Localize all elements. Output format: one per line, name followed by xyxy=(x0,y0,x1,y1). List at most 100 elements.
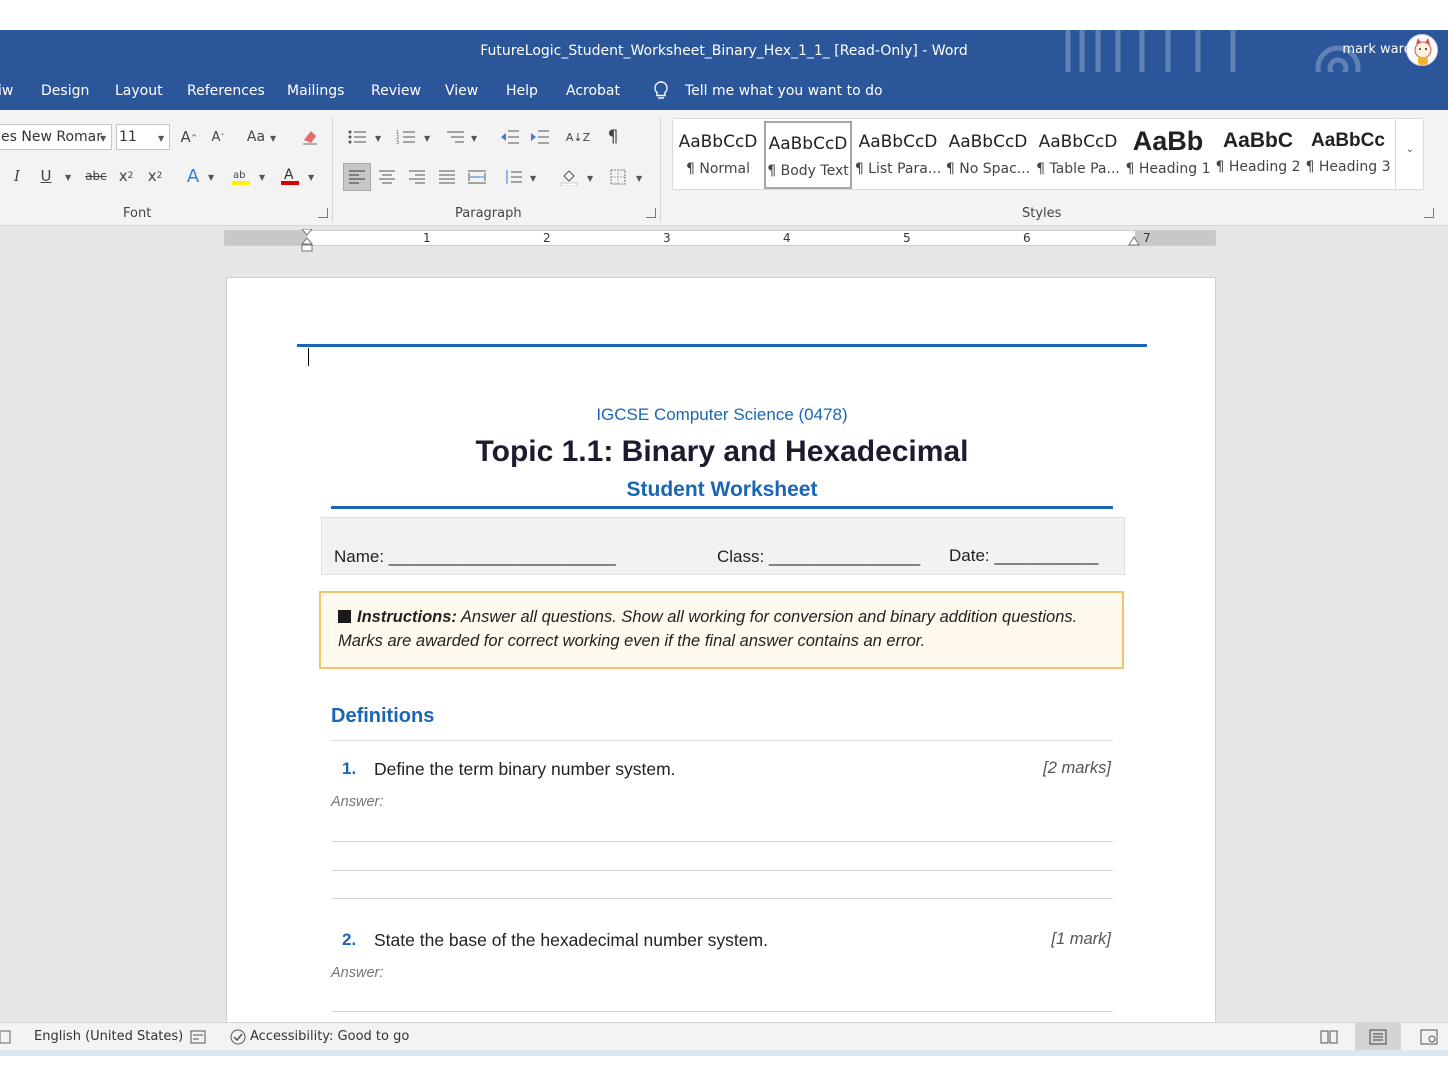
ruler-left-margin xyxy=(225,231,307,245)
styles-dialog-launcher-icon[interactable] xyxy=(1424,208,1434,218)
clear-formatting-icon[interactable] xyxy=(297,125,323,149)
font-dialog-launcher-icon[interactable] xyxy=(318,208,328,218)
topic-title: Topic 1.1: Binary and Hexadecimal xyxy=(475,435,969,468)
underline-icon[interactable]: U xyxy=(33,164,59,188)
tab-design[interactable]: Design xyxy=(41,83,89,99)
tab-review[interactable]: Review xyxy=(371,83,421,99)
align-left-icon[interactable] xyxy=(343,163,371,191)
font-color-icon[interactable]: A xyxy=(277,164,303,188)
document-page[interactable]: IGCSE Computer Science (0478) Topic 1.1:… xyxy=(226,277,1216,1037)
avatar[interactable] xyxy=(1406,34,1438,66)
strikethrough-icon[interactable]: abc xyxy=(83,164,109,188)
print-layout-button[interactable] xyxy=(1355,1023,1401,1050)
superscript-icon[interactable]: x2 xyxy=(142,164,168,188)
increase-indent-icon[interactable] xyxy=(527,125,553,149)
line-spacing-icon[interactable] xyxy=(500,165,526,189)
style-heading-2[interactable]: AaBbC ¶ Heading 2 xyxy=(1214,120,1302,188)
style-no-spacing[interactable]: AaBbCcD ¶ No Spac... xyxy=(944,120,1032,188)
font-name-box[interactable]: es New Romar xyxy=(0,124,112,150)
font-color-dropdown-icon[interactable]: ▼ xyxy=(308,173,314,182)
bullets-dropdown-icon[interactable]: ▼ xyxy=(375,134,381,143)
header-rule xyxy=(297,344,1147,347)
instructions-square-icon xyxy=(338,610,351,623)
ruler-number: 3 xyxy=(663,231,671,245)
instructions-line-2: Marks are awarded for correct working ev… xyxy=(338,632,926,650)
indent-marker-icon[interactable] xyxy=(301,229,313,253)
font-size-dropdown-icon[interactable]: ▼ xyxy=(158,134,164,143)
answer-line[interactable] xyxy=(331,1011,1113,1012)
tab-draw[interactable]: iw xyxy=(0,83,13,99)
show-formatting-marks-icon[interactable]: ¶ xyxy=(600,125,626,149)
answer-line[interactable] xyxy=(331,898,1113,899)
numbering-dropdown-icon[interactable]: ▼ xyxy=(424,134,430,143)
horizontal-ruler[interactable]: 1 2 3 4 5 6 7 xyxy=(224,229,1216,252)
group-divider xyxy=(332,118,333,222)
language-status[interactable]: English (United States) xyxy=(34,1029,183,1044)
tab-acrobat[interactable]: Acrobat xyxy=(566,83,620,99)
text-effects-dropdown-icon[interactable]: ▼ xyxy=(208,173,214,182)
text-predictions-icon[interactable] xyxy=(190,1029,206,1045)
instructions-label: Instructions: xyxy=(357,608,457,626)
subscript-icon[interactable]: x2 xyxy=(113,164,139,188)
title-bar: FutureLogic_Student_Worksheet_Binary_Hex… xyxy=(0,30,1448,72)
change-case-icon[interactable]: Aa xyxy=(243,125,269,149)
shading-icon[interactable] xyxy=(556,165,582,189)
line-spacing-dropdown-icon[interactable]: ▼ xyxy=(530,174,536,183)
paragraph-dialog-launcher-icon[interactable] xyxy=(646,208,656,218)
web-layout-icon[interactable] xyxy=(1420,1029,1438,1045)
underline-dropdown-icon[interactable]: ▼ xyxy=(65,173,71,182)
borders-dropdown-icon[interactable]: ▼ xyxy=(636,174,642,183)
style-heading-1[interactable]: AaBb ¶ Heading 1 xyxy=(1124,120,1212,188)
ruler-number: 1 xyxy=(423,231,431,245)
tab-mailings[interactable]: Mailings xyxy=(287,83,344,99)
text-effects-icon[interactable]: A xyxy=(180,164,206,188)
align-right-icon[interactable] xyxy=(404,165,430,189)
answer-line[interactable] xyxy=(331,841,1113,842)
date-field[interactable]: Date: ___________ xyxy=(949,546,1098,566)
grow-font-icon[interactable]: A ^ xyxy=(176,125,202,149)
tab-help[interactable]: Help xyxy=(506,83,538,99)
macro-icon[interactable] xyxy=(0,1029,12,1045)
shrink-font-icon[interactable]: Aˇ xyxy=(205,125,231,149)
style-body-text[interactable]: AaBbCcD ¶ Body Text xyxy=(764,121,852,189)
text-cursor xyxy=(308,348,309,366)
class-field[interactable]: Class: ________________ xyxy=(717,547,920,567)
multilevel-dropdown-icon[interactable]: ▼ xyxy=(471,134,477,143)
style-heading-3[interactable]: AaBbCc ¶ Heading 3 xyxy=(1304,120,1392,188)
read-mode-icon[interactable] xyxy=(1320,1029,1338,1045)
accessibility-icon[interactable] xyxy=(229,1028,247,1046)
tell-me-search[interactable]: Tell me what you want to do xyxy=(685,83,883,99)
highlight-icon[interactable]: ab xyxy=(228,164,254,188)
user-name[interactable]: mark ward xyxy=(1342,42,1412,57)
style-table-paragraph[interactable]: AaBbCcD ¶ Table Pa... xyxy=(1034,120,1122,188)
name-field[interactable]: Name: ________________________ xyxy=(334,547,616,567)
justify-icon[interactable] xyxy=(434,165,460,189)
shading-dropdown-icon[interactable]: ▼ xyxy=(587,174,593,183)
text-direction-icon[interactable] xyxy=(464,165,490,189)
lightbulb-icon xyxy=(654,81,668,99)
sort-icon[interactable]: A↓Z xyxy=(565,125,591,149)
bullets-icon[interactable] xyxy=(344,125,370,149)
multilevel-list-icon[interactable] xyxy=(442,125,468,149)
numbering-icon[interactable]: 123 xyxy=(393,125,419,149)
style-sample: AaBbCc xyxy=(1311,130,1385,151)
align-center-icon[interactable] xyxy=(374,165,400,189)
change-case-dropdown-icon[interactable]: ▼ xyxy=(270,134,276,143)
highlight-dropdown-icon[interactable]: ▼ xyxy=(259,173,265,182)
tab-layout[interactable]: Layout xyxy=(115,83,163,99)
borders-icon[interactable] xyxy=(605,165,631,189)
svg-text:3: 3 xyxy=(396,140,399,145)
answer-line[interactable] xyxy=(331,870,1113,871)
styles-more-icon[interactable]: ⌄ xyxy=(1395,118,1424,190)
accessibility-status[interactable]: Accessibility: Good to go xyxy=(250,1029,409,1044)
question-number: 2. xyxy=(342,930,357,949)
decrease-indent-icon[interactable] xyxy=(497,125,523,149)
font-name-dropdown-icon[interactable]: ▼ xyxy=(100,134,106,143)
tab-view[interactable]: View xyxy=(445,83,478,99)
italic-icon[interactable]: I xyxy=(4,164,30,188)
style-normal[interactable]: AaBbCcD ¶ Normal xyxy=(674,120,762,188)
right-indent-marker-icon[interactable] xyxy=(1128,236,1140,246)
ruler-number: 4 xyxy=(783,231,791,245)
tab-references[interactable]: References xyxy=(187,83,265,99)
style-list-paragraph[interactable]: AaBbCcD ¶ List Para... xyxy=(854,120,942,188)
